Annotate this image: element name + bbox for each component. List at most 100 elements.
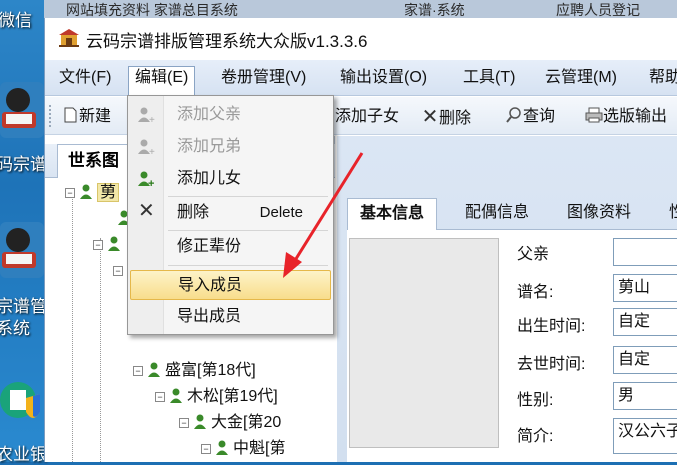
delete-x-icon: ✕ bbox=[421, 106, 439, 128]
new-document-icon bbox=[61, 105, 79, 129]
father-field[interactable] bbox=[613, 238, 677, 266]
collapse-icon[interactable]: − bbox=[201, 444, 211, 454]
person-icon bbox=[148, 362, 160, 377]
delete-x-icon: ✕ bbox=[138, 200, 155, 222]
person-icon bbox=[108, 236, 120, 251]
add-father-icon: + bbox=[138, 107, 155, 124]
add-brother-icon: + bbox=[138, 139, 155, 156]
menu-add-brother[interactable]: + 添加兄弟 bbox=[130, 132, 331, 162]
desktop-icon-label[interactable]: 微信 bbox=[0, 6, 32, 31]
tree-node[interactable]: − bbox=[113, 260, 127, 282]
menu-edit[interactable]: 编辑(E) bbox=[128, 66, 196, 96]
tree-node[interactable]: − bbox=[93, 234, 125, 256]
menu-output-settings[interactable]: 输出设置(O) bbox=[334, 67, 433, 91]
menu-add-child-label: 添加儿女 bbox=[177, 170, 242, 187]
print-output-toolbar-button[interactable]: 选版输出 bbox=[585, 105, 667, 129]
search-toolbar-button[interactable]: 查询 bbox=[505, 105, 555, 129]
taskbar-item[interactable]: 网站填充资料 家谱总目系统 bbox=[66, 0, 238, 18]
tab-more[interactable]: 性 bbox=[657, 198, 677, 230]
window-title: 云码宗谱排版管理系统大众版v1.3.3.6 bbox=[86, 32, 368, 51]
detail-tabstrip: 基本信息 配偶信息 图像资料 性 bbox=[347, 198, 677, 231]
collapse-icon[interactable]: − bbox=[155, 392, 165, 402]
intro-field[interactable]: 汉公六子 bbox=[613, 418, 677, 454]
menu-correct-generation[interactable]: 修正辈份 bbox=[130, 232, 331, 262]
taskbar-item[interactable]: 家谱·系统 bbox=[404, 0, 465, 18]
taskbar-item[interactable]: 应聘人员登记 bbox=[556, 0, 640, 18]
menu-import-members[interactable]: 导入成员 bbox=[130, 270, 331, 300]
death-time-value: 自定 bbox=[618, 351, 651, 368]
menu-cloud-management[interactable]: 云管理(M) bbox=[539, 67, 623, 91]
menu-add-brother-label: 添加兄弟 bbox=[177, 138, 242, 155]
tree-connector bbox=[72, 192, 73, 462]
tree-node-label: 木松[第19代] bbox=[187, 388, 278, 405]
death-time-combo[interactable]: 自定 ▼ bbox=[613, 346, 677, 374]
toolbar-grip[interactable] bbox=[49, 105, 53, 127]
genealogy-name-label: 谱名: bbox=[517, 284, 554, 301]
tab-lineage-chart[interactable]: 世系图 bbox=[57, 144, 137, 178]
tree-connector bbox=[100, 238, 101, 462]
desktop-icon-label[interactable]: 码宗谱 bbox=[0, 150, 47, 175]
title-bar[interactable]: 云码宗谱排版管理系统大众版v1.3.3.6 bbox=[45, 18, 677, 58]
menu-export-members-label: 导出成员 bbox=[177, 308, 242, 325]
menu-add-father-label: 添加父亲 bbox=[177, 106, 242, 123]
portrait-photo-box[interactable] bbox=[349, 238, 499, 448]
person-icon bbox=[194, 414, 206, 429]
menu-delete[interactable]: ✕ 删除 Delete bbox=[130, 198, 331, 228]
tree-node[interactable]: − 中魁[第 bbox=[201, 438, 285, 460]
intro-label: 简介: bbox=[517, 428, 554, 445]
collapse-icon[interactable]: − bbox=[93, 240, 103, 250]
menu-help[interactable]: 帮助 bbox=[643, 67, 677, 91]
tree-node[interactable]: − 盛富[第18代] bbox=[133, 360, 256, 382]
genealogy-system-icon[interactable] bbox=[0, 222, 44, 278]
add-child-toolbar-button[interactable]: 添加子女 bbox=[335, 105, 399, 129]
genealogy-app-icon[interactable] bbox=[0, 82, 44, 138]
menu-add-father[interactable]: + 添加父亲 bbox=[130, 100, 331, 130]
menu-tools[interactable]: 工具(T) bbox=[457, 67, 521, 91]
tree-node[interactable]: − 大金[第20 bbox=[179, 412, 281, 434]
genealogy-name-field[interactable]: 莮山 bbox=[613, 274, 677, 302]
tab-basic-info[interactable]: 基本信息 bbox=[347, 198, 438, 231]
search-toolbar-label: 查询 bbox=[523, 108, 556, 125]
menu-add-child[interactable]: + 添加儿女 bbox=[130, 164, 331, 194]
tree-node[interactable]: − 莮 bbox=[65, 182, 120, 204]
person-icon bbox=[80, 184, 92, 199]
menu-volume-management[interactable]: 卷册管理(V) bbox=[215, 67, 312, 91]
tree-node-label: 莮 bbox=[97, 183, 120, 202]
desktop-icon-label[interactable]: 农业银 bbox=[0, 440, 47, 465]
temple-app-icon bbox=[59, 29, 79, 47]
add-child-icon: + bbox=[138, 171, 154, 188]
collapse-icon[interactable]: − bbox=[113, 266, 123, 276]
basic-info-form: 父亲 谱名: 莮山 出生时间: 自定 ▼ 去世时间: 自定 ▼ 性别: 男 简介… bbox=[347, 230, 677, 462]
svg-text:+: + bbox=[149, 115, 155, 124]
printer-icon bbox=[585, 105, 603, 129]
collapse-icon[interactable]: − bbox=[65, 188, 75, 198]
print-output-toolbar-label: 选版输出 bbox=[603, 108, 668, 125]
tree-node-label: 盛富[第18代] bbox=[165, 362, 256, 379]
menu-separator bbox=[168, 265, 328, 266]
tab-spouse-info[interactable]: 配偶信息 bbox=[453, 198, 541, 230]
svg-text:+: + bbox=[149, 147, 155, 156]
birth-time-value: 自定 bbox=[618, 313, 651, 330]
death-time-label: 去世时间: bbox=[517, 356, 586, 373]
new-button[interactable]: 新建 bbox=[61, 105, 111, 129]
menu-delete-shortcut: Delete bbox=[259, 204, 303, 221]
menu-import-members-label: 导入成员 bbox=[178, 277, 243, 294]
birth-time-combo[interactable]: 自定 ▼ bbox=[613, 308, 677, 336]
delete-toolbar-button[interactable]: ✕删除 bbox=[421, 105, 471, 129]
tab-image-data[interactable]: 图像资料 bbox=[555, 198, 643, 230]
svg-text:+: + bbox=[148, 178, 154, 188]
new-button-label: 新建 bbox=[79, 108, 112, 125]
collapse-icon[interactable]: − bbox=[133, 366, 143, 376]
bank-shield-icon[interactable] bbox=[0, 372, 44, 432]
search-icon bbox=[505, 105, 523, 129]
collapse-icon[interactable]: − bbox=[179, 418, 189, 428]
birth-time-label: 出生时间: bbox=[517, 318, 586, 335]
menu-file[interactable]: 文件(F) bbox=[53, 67, 117, 91]
gender-field[interactable]: 男 bbox=[613, 382, 677, 410]
top-taskbar: 网站填充资料 家谱总目系统 家谱·系统 应聘人员登记 bbox=[44, 0, 677, 18]
person-icon bbox=[170, 388, 182, 403]
edit-menu-dropdown: + 添加父亲 + 添加兄弟 + 添加儿女 ✕ 删除 Delete 修正辈份 导入… bbox=[127, 95, 334, 335]
desktop-icon-label[interactable]: 宗谱管 系统 bbox=[0, 296, 47, 340]
tree-node[interactable]: − 木松[第19代] bbox=[155, 386, 278, 408]
menu-export-members[interactable]: 导出成员 bbox=[130, 302, 331, 332]
